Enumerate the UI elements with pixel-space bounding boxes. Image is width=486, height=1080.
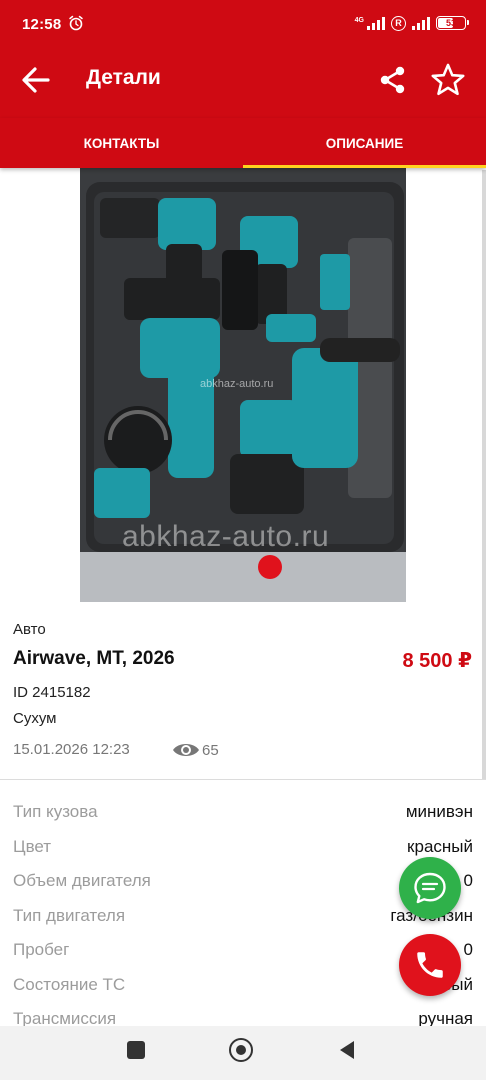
spec-label: Тип кузова bbox=[13, 802, 98, 821]
call-button[interactable] bbox=[399, 934, 461, 996]
battery-icon: 53 bbox=[436, 16, 469, 30]
divider bbox=[0, 779, 486, 780]
spec-label: Пробег bbox=[13, 940, 70, 959]
views-count: 65 bbox=[202, 741, 219, 759]
registration-icon: R bbox=[391, 15, 406, 31]
chat-button[interactable] bbox=[399, 857, 461, 919]
chat-icon bbox=[414, 872, 446, 904]
listing-price: 8 500 ₽ bbox=[402, 650, 472, 672]
home-icon bbox=[236, 1045, 246, 1055]
arrow-left-icon bbox=[22, 67, 50, 93]
spec-label: Состояние ТС bbox=[13, 975, 126, 994]
system-nav-bar bbox=[0, 1026, 486, 1080]
battery-level: 53 bbox=[445, 18, 456, 28]
watermark-large: abkhaz-auto.ru bbox=[122, 520, 330, 553]
listing-category: Авто bbox=[13, 621, 46, 638]
listing-title: Airwave, MT, 2026 bbox=[13, 648, 175, 669]
back-button[interactable] bbox=[18, 62, 54, 98]
spec-value: красный bbox=[407, 837, 473, 856]
status-time: 12:58 bbox=[22, 16, 62, 33]
spec-label: Объем двигателя bbox=[13, 871, 151, 890]
spec-label: Тип двигателя bbox=[13, 906, 126, 925]
spec-row-body-type: Тип кузова минивэн bbox=[0, 796, 486, 830]
app-bar: Детали bbox=[0, 42, 486, 118]
eye-icon bbox=[173, 744, 199, 756]
page-title: Детали bbox=[86, 66, 161, 89]
listing-city: Сухум bbox=[13, 710, 57, 727]
tab-description[interactable]: ОПИСАНИЕ bbox=[243, 118, 486, 168]
phone-icon bbox=[417, 952, 443, 978]
signal-icon-2 bbox=[412, 16, 430, 30]
spec-value: 0 bbox=[463, 871, 473, 890]
share-icon bbox=[380, 66, 405, 94]
tab-bar: КОНТАКТЫ ОПИСАНИЕ bbox=[0, 118, 486, 168]
share-button[interactable] bbox=[376, 62, 410, 98]
tab-contacts[interactable]: КОНТАКТЫ bbox=[0, 118, 243, 168]
listing-id: ID 2415182 bbox=[13, 684, 91, 701]
status-icons: 4G R 53 bbox=[354, 14, 469, 32]
spec-row-transmission: Трансмиссия ручная bbox=[0, 1003, 486, 1028]
home-button[interactable] bbox=[229, 1038, 253, 1062]
favorite-button[interactable] bbox=[428, 60, 468, 100]
spec-label: Цвет bbox=[13, 837, 52, 856]
star-outline-icon bbox=[431, 63, 465, 96]
spec-row-color: Цвет красный bbox=[0, 831, 486, 865]
signal-icon bbox=[367, 16, 385, 30]
listing-date: 15.01.2026 12:23 bbox=[13, 741, 130, 758]
recents-button[interactable] bbox=[127, 1041, 145, 1059]
network-type: 4G bbox=[354, 16, 364, 24]
photo-carousel[interactable]: abkhaz-auto.ru abkhaz-auto.ru bbox=[0, 168, 486, 602]
alarm-icon bbox=[69, 15, 83, 31]
carousel-indicator bbox=[258, 555, 282, 579]
watermark-small: abkhaz-auto.ru bbox=[200, 378, 274, 390]
status-bar: 12:58 4G R 53 bbox=[0, 0, 486, 42]
views-counter: 65 bbox=[172, 741, 219, 759]
listing-photo[interactable]: abkhaz-auto.ru abkhaz-auto.ru bbox=[80, 168, 406, 602]
spec-value: 0 bbox=[463, 940, 473, 959]
nav-back-button[interactable] bbox=[336, 1039, 358, 1061]
spec-value: минивэн bbox=[405, 802, 473, 821]
scroll-indicator bbox=[482, 170, 486, 780]
